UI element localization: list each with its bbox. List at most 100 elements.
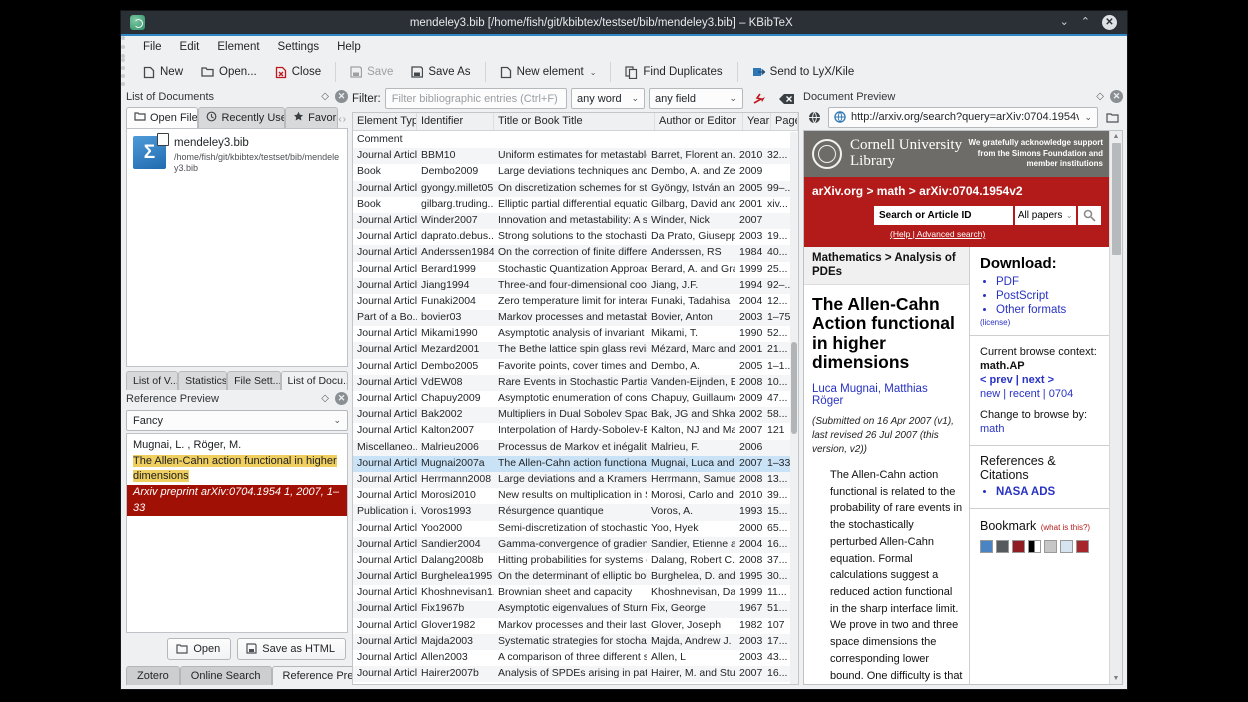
- license-link[interactable]: (license): [980, 318, 1103, 327]
- reference-link[interactable]: NASA ADS: [996, 486, 1103, 498]
- scroll-right-icon[interactable]: ›: [343, 114, 346, 125]
- table-row[interactable]: Journal Articledaprato.debus...Strong so…: [353, 229, 790, 245]
- tab-recently-used[interactable]: Recently Used: [198, 107, 285, 128]
- send-to-lyx-kile-button[interactable]: Send to LyX/Kile: [744, 62, 863, 82]
- table-row[interactable]: Comment: [353, 132, 790, 148]
- list-item[interactable]: Σ mendeley3.bib /home/fish/git/kbibtex/t…: [127, 129, 347, 182]
- filter-word-select[interactable]: any word⌄: [571, 88, 645, 109]
- open--button[interactable]: Open...: [193, 62, 265, 82]
- table-row[interactable]: Part of a Bo...bovier03Markov processes …: [353, 310, 790, 326]
- close-button[interactable]: Close: [267, 62, 329, 83]
- table-row[interactable]: Journal ArticleSandier2004Gamma-converge…: [353, 537, 790, 553]
- table-row[interactable]: Journal ArticleMezard2001The Bethe latti…: [353, 342, 790, 358]
- browse-link[interactable]: math: [980, 423, 1103, 435]
- float-panel-icon[interactable]: ◇: [321, 394, 329, 404]
- table-row[interactable]: BookDembo2009Large deviations techniques…: [353, 164, 790, 180]
- column-header[interactable]: Element Type: [353, 113, 417, 130]
- tab-online-search[interactable]: Online Search: [180, 666, 272, 685]
- download-link[interactable]: PostScript: [996, 290, 1103, 302]
- scrollbar-thumb[interactable]: [791, 342, 797, 434]
- table-row[interactable]: Journal ArticleMikami1990Asymptotic anal…: [353, 326, 790, 342]
- close-panel-icon[interactable]: ✕: [335, 90, 348, 103]
- table-row[interactable]: Journal ArticleAllen2003A comparison of …: [353, 650, 790, 666]
- table-row[interactable]: Journal ArticleJiang1994Three-and four-d…: [353, 278, 790, 294]
- context-link[interactable]: new: [980, 388, 1000, 400]
- url-combobox[interactable]: http://arxiv.org/search?query=arXiv:0704…: [828, 107, 1098, 128]
- context-link[interactable]: 0704: [1049, 388, 1073, 400]
- table-row[interactable]: Journal ArticleFix1967bAsymptotic eigenv…: [353, 601, 790, 617]
- table-row[interactable]: Journal ArticleChapuy2009Asymptotic enum…: [353, 391, 790, 407]
- find-duplicates-button[interactable]: Find Duplicates: [617, 62, 730, 83]
- preview-style-select[interactable]: Fancy ⌄: [126, 410, 348, 431]
- table-row[interactable]: Journal ArticleHerrmann2008Large deviati…: [353, 472, 790, 488]
- table-scrollbar[interactable]: [790, 132, 798, 684]
- browser-scrollbar[interactable]: ▲ ▼: [1109, 131, 1122, 684]
- prev-link[interactable]: < prev: [980, 374, 1013, 386]
- table-row[interactable]: Miscellaneo...Malrieu2006Processus de Ma…: [353, 440, 790, 456]
- next-link[interactable]: next >: [1022, 374, 1054, 386]
- column-header[interactable]: Year: [743, 113, 771, 130]
- table-row[interactable]: Journal ArticleYoo2000Semi-discretizatio…: [353, 521, 790, 537]
- download-link[interactable]: PDF: [996, 276, 1103, 288]
- titlebar[interactable]: mendeley3.bib [/home/fish/git/kbibtex/te…: [121, 11, 1127, 36]
- menu-edit[interactable]: Edit: [172, 39, 208, 55]
- clear-filter-button[interactable]: [775, 88, 799, 109]
- filter-input[interactable]: [385, 88, 567, 109]
- download-link[interactable]: Other formats: [996, 304, 1103, 316]
- save-as-button[interactable]: Save As: [403, 62, 478, 82]
- table-row[interactable]: Journal ArticleDembo2005Favorite points,…: [353, 359, 790, 375]
- scroll-left-icon[interactable]: ‹: [338, 114, 341, 125]
- new-button[interactable]: New: [135, 62, 191, 83]
- table-row[interactable]: Journal ArticleAnderssen1984On the corre…: [353, 245, 790, 261]
- table-row[interactable]: Journal ArticleBak2002Multipliers in Dua…: [353, 407, 790, 423]
- column-header[interactable]: Identifier: [417, 113, 494, 130]
- tab-list-of-v-[interactable]: List of V...: [126, 371, 178, 390]
- tab-open-files[interactable]: Open Files: [126, 107, 198, 128]
- table-row[interactable]: Journal ArticleHairer2007bAnalysis of SP…: [353, 666, 790, 682]
- scroll-down-icon[interactable]: ▼: [1113, 673, 1120, 684]
- arxiv-scope-select[interactable]: All papers⌄: [1015, 206, 1076, 225]
- tab-list-of-docu-[interactable]: List of Docu...: [281, 371, 349, 390]
- bookmark-hint[interactable]: (what is this?): [1041, 523, 1090, 532]
- column-header[interactable]: Pages: [771, 113, 798, 130]
- menu-settings[interactable]: Settings: [270, 39, 328, 55]
- open-button[interactable]: Open: [167, 638, 231, 660]
- table-row[interactable]: Journal ArticleKalton2007Interpolation o…: [353, 423, 790, 439]
- render-mode-button[interactable]: [803, 107, 825, 128]
- tab-statistics[interactable]: Statistics: [178, 371, 227, 390]
- maximize-button[interactable]: ⌃: [1081, 17, 1090, 28]
- menu-help[interactable]: Help: [329, 39, 369, 55]
- digg-icon[interactable]: [1044, 540, 1057, 553]
- table-row[interactable]: Publication i...Voros1993Résurgence quan…: [353, 504, 790, 520]
- menu-element[interactable]: Element: [209, 39, 267, 55]
- table-row[interactable]: Bookgilbarg.truding...Elliptic partial d…: [353, 197, 790, 213]
- close-button[interactable]: ✕: [1102, 15, 1117, 30]
- float-panel-icon[interactable]: ◇: [321, 92, 329, 102]
- table-row[interactable]: Journal ArticleBerard1999Stochastic Quan…: [353, 262, 790, 278]
- arxiv-search-input[interactable]: Search or Article ID: [874, 206, 1013, 225]
- table-row[interactable]: Journal ArticleVdEW08Rare Events in Stoc…: [353, 375, 790, 391]
- scroll-up-icon[interactable]: ▲: [1113, 131, 1120, 142]
- close-panel-icon[interactable]: ✕: [1110, 90, 1123, 103]
- arxiv-help-links[interactable]: (Help | Advanced search): [890, 229, 1101, 239]
- sciencewise-icon[interactable]: [1076, 540, 1089, 553]
- menu-file[interactable]: File: [135, 39, 170, 55]
- column-header[interactable]: Title or Book Title: [494, 113, 655, 130]
- table-row[interactable]: Journal ArticleDalang2008bHitting probab…: [353, 553, 790, 569]
- table-row[interactable]: Journal Articlegyongy.millet05On discret…: [353, 181, 790, 197]
- table-row[interactable]: Journal ArticleBBM10Uniform estimates fo…: [353, 148, 790, 164]
- tab-zotero[interactable]: Zotero: [126, 666, 180, 685]
- context-link[interactable]: recent: [1009, 388, 1040, 400]
- save-as-html-button[interactable]: Save as HTML: [237, 638, 346, 660]
- open-external-button[interactable]: [1101, 107, 1123, 128]
- table-row[interactable]: Journal ArticleGlover1982Markov processe…: [353, 618, 790, 634]
- tab-file-sett-[interactable]: File Sett...: [227, 371, 280, 390]
- table-row[interactable]: Journal ArticleMajda2003Systematic strat…: [353, 634, 790, 650]
- table-row[interactable]: Journal ArticleBurghelea1995On the deter…: [353, 569, 790, 585]
- table-row[interactable]: Journal ArticleMorosi2010New results on …: [353, 488, 790, 504]
- float-panel-icon[interactable]: ◇: [1096, 92, 1104, 102]
- table-row[interactable]: Journal ArticleKhoshnevisan1...Brownian …: [353, 585, 790, 601]
- tab-favori[interactable]: Favori: [285, 107, 338, 128]
- minimize-button[interactable]: ⌄: [1060, 17, 1069, 28]
- table-row[interactable]: Journal ArticleFunaki2004Zero temperatur…: [353, 294, 790, 310]
